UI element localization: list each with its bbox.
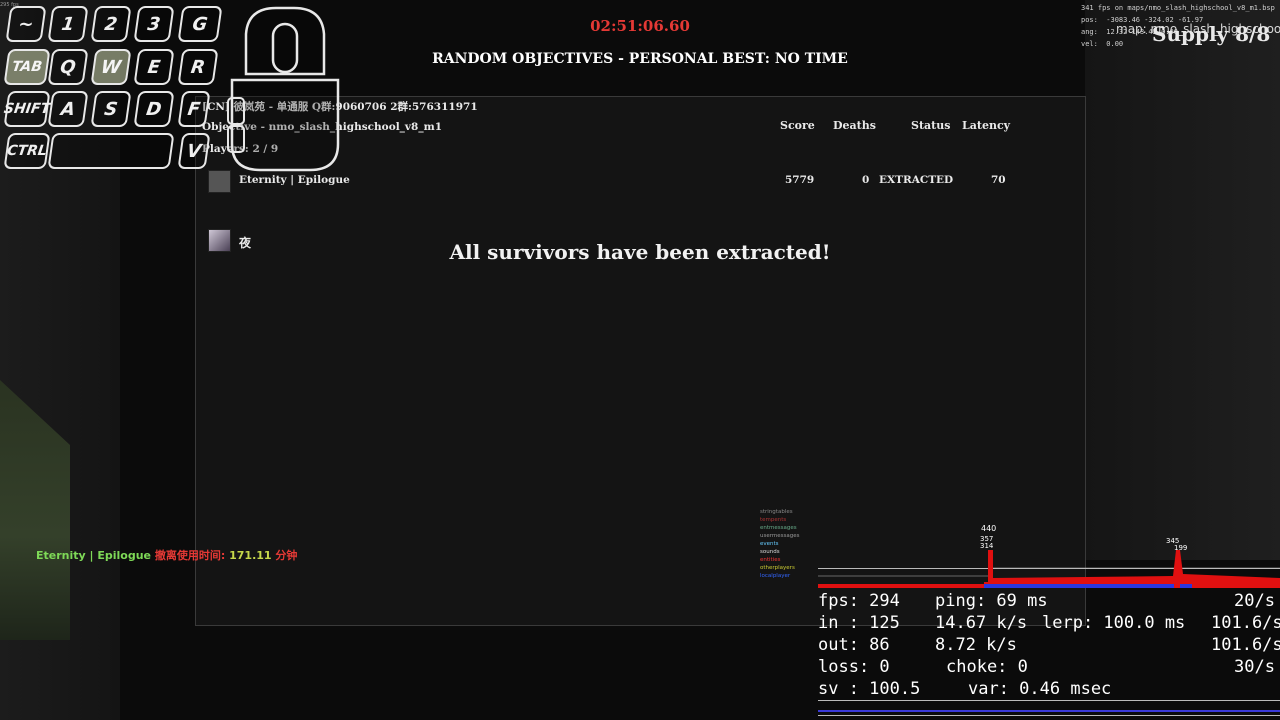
legend-sounds: sounds [760,549,780,555]
peak-label: 199 [1174,544,1187,552]
key-3: 3 [133,6,175,42]
row-score: 5779 [785,174,815,186]
legend-usermessages: usermessages [760,533,800,539]
key-ctrl: CTRL [3,133,51,169]
right-wall [1085,0,1280,560]
legend-entmessages: entmessages [760,525,797,531]
key-d: D [133,91,175,127]
column-score: Score [780,119,815,132]
net-rate-2: 101.6/s [1211,613,1280,633]
row-status: EXTRACTED [879,174,954,186]
legend-otherplayers: otherplayers [760,565,795,571]
column-status: Status [911,119,951,132]
net-in: in : 125 [818,613,900,633]
netgraph-chart: 440 357 314 345 199 [818,524,1280,588]
net-rate-4: 30/s [1234,657,1275,677]
key-r: R [177,49,219,85]
row-player-name: Eternity | Epilogue [239,174,350,186]
net-rate-3: 101.6/s [1211,635,1280,655]
net-loss: loss: 0 [818,657,890,677]
column-deaths: Deaths [833,119,876,132]
peak-label: 440 [981,524,996,533]
netgraph-legend: stringtables tempents entmessages userme… [760,508,799,580]
legend-events: events [760,541,779,547]
extraction-message: All survivors have been extracted! [449,240,831,264]
net-lerp: lerp: 100.0 ms [1042,613,1186,633]
chat-unit: 分钟 [275,549,298,562]
net-out: out: 86 [818,635,890,655]
net-in-rate: 14.67 k/s [935,613,1028,633]
debug-vel: vel: 0.00 [1081,40,1124,48]
key-f: F [177,91,211,127]
key-e: E [133,49,175,85]
peak-label: 314 [980,542,994,550]
column-latency: Latency [962,119,1011,132]
key-a: A [47,91,89,127]
key-2: 2 [90,6,132,42]
chat-player: Eternity | Epilogue [36,549,152,562]
key-space [47,133,175,169]
chat-message: Eternity | Epilogue 撤离使用时间: 171.11 分钟 [36,547,297,563]
key-1: 1 [47,6,89,42]
net-ping: ping: 69 ms [935,591,1048,611]
legend-localplayer: localplayer [760,573,791,579]
net-choke: choke: 0 [946,657,1028,677]
legend-tempents: tempents [760,517,787,523]
chat-time: 171.11 [229,549,272,562]
key-v: V [177,133,211,169]
net-var: var: 0.46 msec [968,679,1112,699]
mouse-icon [227,6,340,172]
legend-stringtables: stringtables [760,509,793,515]
legend-entities: entities [760,557,781,563]
key-tab: TAB [3,49,51,85]
key-w: W [90,49,132,85]
chat-label: 撤离使用时间: [154,549,226,562]
key-g: G [177,6,223,42]
net-sv: sv : 100.5 [818,679,921,699]
key-s: S [90,91,132,127]
net-rate-1: 20/s [1234,591,1275,611]
net-fps: fps: 294 [818,591,900,611]
key-shift: SHIFT [3,91,51,127]
net-out-rate: 8.72 k/s [935,635,1017,655]
netgraph-bars [818,700,1280,716]
key-q: Q [47,49,89,85]
debug-fps: 341 fps on maps/nmo_slash_highschool_v8_… [1081,4,1275,12]
key-tilde: ~ [5,6,47,42]
row-latency: 70 [991,174,1006,186]
avatar [208,170,231,193]
row-deaths: 0 [862,174,870,186]
